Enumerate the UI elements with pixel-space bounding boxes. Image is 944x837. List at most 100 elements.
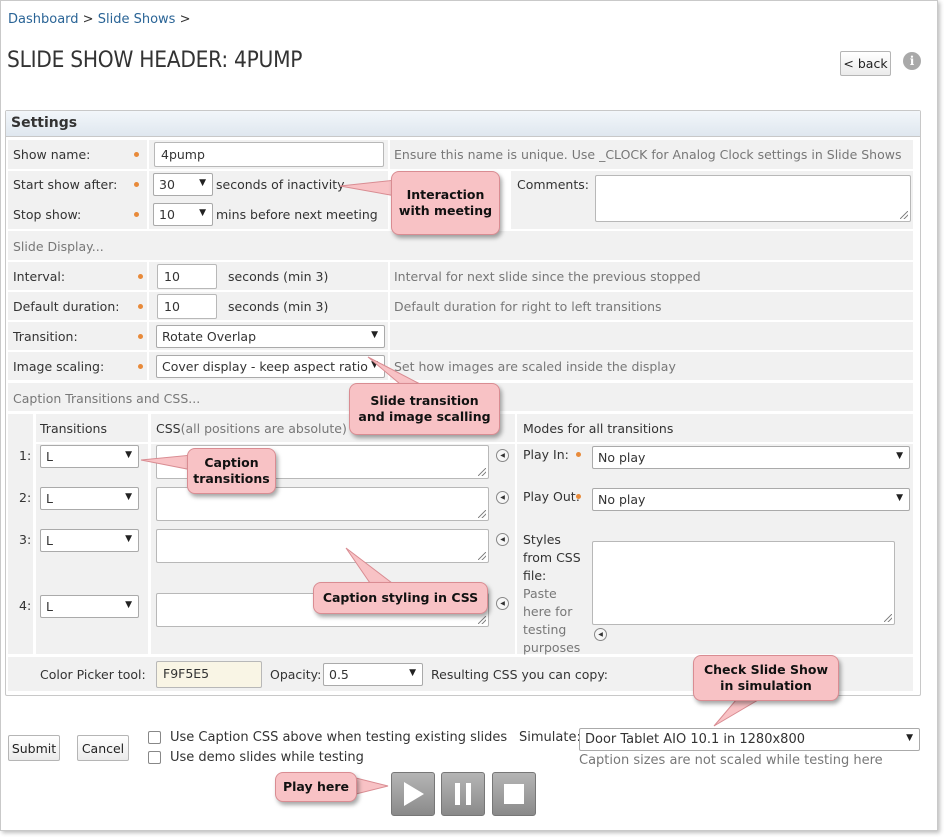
caption-transition-value: L [46, 533, 53, 548]
callout-slide-transition: Slide transition and image scalling [349, 383, 500, 435]
resize-grip-icon[interactable] [884, 614, 892, 622]
caption-transition-select[interactable]: L ▼ [40, 595, 139, 618]
color-picker-input[interactable]: F9F5E5 [156, 661, 262, 688]
play-out-label: Play Out: [523, 489, 580, 504]
expand-left-icon[interactable]: ◀ [496, 491, 509, 504]
opacity-select[interactable]: 0.5 ▼ [323, 663, 423, 686]
dropdown-arrow-icon: ▼ [896, 493, 903, 503]
required-dot [138, 304, 143, 309]
styles-css-textarea[interactable] [592, 541, 895, 625]
dropdown-arrow-icon: ▼ [906, 733, 913, 743]
styles-label-line: file: [523, 568, 547, 583]
play-button[interactable] [391, 772, 435, 816]
show-name-input[interactable]: 4pump [154, 142, 384, 167]
duration-label: Default duration: [13, 299, 120, 314]
callout-caption-transitions: Caption transitions [187, 448, 276, 494]
dropdown-arrow-icon: ▼ [125, 600, 132, 610]
dropdown-arrow-icon: ▼ [125, 450, 132, 460]
caption-row-number: 3: [19, 532, 32, 547]
stop-button[interactable] [492, 772, 536, 816]
stop-show-suffix: mins before next meeting [216, 207, 378, 222]
page-title: SLIDE SHOW HEADER: 4PUMP [7, 48, 303, 73]
start-show-suffix: seconds of inactivity [216, 177, 345, 192]
submit-button[interactable]: Submit [8, 735, 60, 761]
pause-button[interactable] [441, 772, 485, 816]
paste-label-line: purposes [523, 640, 581, 655]
caption-row-number: 1: [19, 448, 32, 463]
callout-line: transitions [193, 471, 270, 486]
dropdown-arrow-icon: ▼ [409, 668, 416, 678]
styles-label: Styles from CSS file: [523, 531, 581, 585]
caption-heading: Caption Transitions and CSS... [13, 391, 201, 406]
caption-transition-select[interactable]: L ▼ [40, 445, 139, 468]
simulate-label: Simulate: [519, 730, 581, 745]
callout-line: Play here [282, 779, 349, 794]
paste-label-line: Paste [523, 586, 557, 601]
cell-bg [390, 322, 913, 350]
resize-grip-icon[interactable] [478, 616, 486, 624]
comments-label: Comments: [517, 177, 589, 192]
dropdown-arrow-icon: ▼ [371, 360, 378, 370]
simulate-note: Caption sizes are not scaled while testi… [579, 753, 883, 768]
interval-input[interactable]: 10 [157, 264, 217, 289]
caption-transition-select[interactable]: L ▼ [40, 529, 139, 552]
play-in-value: No play [598, 450, 646, 465]
required-dot [138, 334, 143, 339]
caption-transition-value: L [46, 449, 53, 464]
expand-left-icon[interactable]: ◀ [594, 628, 607, 641]
css-column-note: (all positions are absolute) [180, 421, 347, 436]
callout-line: in simulation [720, 678, 812, 693]
start-show-value: 30 [159, 177, 175, 192]
css-column-header: CSS(all positions are absolute) [156, 421, 347, 436]
callout-line: Caption [204, 455, 259, 470]
play-out-select[interactable]: No play ▼ [592, 488, 910, 511]
breadcrumb-separator: > [179, 12, 191, 27]
cancel-button[interactable]: Cancel [77, 735, 129, 761]
stop-show-select[interactable]: 10 ▼ [153, 203, 213, 226]
back-button[interactable]: < back [840, 51, 891, 76]
use-demo-slides-checkbox[interactable] [148, 751, 161, 764]
play-out-value: No play [598, 492, 646, 507]
info-icon[interactable]: i [903, 52, 921, 70]
expand-left-icon[interactable]: ◀ [496, 449, 509, 462]
paste-label: Paste here for testing purposes [523, 585, 580, 657]
resize-grip-icon[interactable] [478, 552, 486, 560]
required-dot [576, 452, 581, 457]
css-column-title: CSS [156, 421, 181, 436]
interval-label: Interval: [13, 269, 66, 284]
settings-panel-title: Settings [6, 111, 920, 137]
callout-play-here: Play here [275, 772, 357, 802]
stop-icon [504, 784, 524, 804]
resize-grip-icon[interactable] [478, 510, 486, 518]
modes-column-header: Modes for all transitions [523, 421, 674, 436]
image-scaling-select[interactable]: Cover display - keep aspect ratio ▼ [156, 355, 385, 378]
resize-grip-icon[interactable] [900, 211, 908, 219]
caption-transition-value: L [46, 599, 53, 614]
play-in-label: Play In: [523, 447, 569, 462]
callout-interaction: Interaction with meeting [391, 171, 500, 235]
stop-show-value: 10 [159, 207, 175, 222]
transitions-column-header: Transitions [40, 421, 107, 436]
expand-left-icon[interactable]: ◀ [496, 533, 509, 546]
use-demo-slides-label: Use demo slides while testing [170, 750, 364, 765]
comments-textarea[interactable] [595, 175, 911, 222]
dropdown-arrow-icon: ▼ [125, 492, 132, 502]
play-in-select[interactable]: No play ▼ [592, 446, 910, 469]
duration-input[interactable]: 10 [157, 294, 217, 319]
paste-label-line: testing [523, 622, 567, 637]
simulate-select[interactable]: Door Tablet AIO 10.1 in 1280x800 ▼ [579, 728, 920, 751]
caption-transition-select[interactable]: L ▼ [40, 487, 139, 510]
caption-css-textarea[interactable] [156, 529, 489, 563]
simulate-value: Door Tablet AIO 10.1 in 1280x800 [585, 732, 805, 747]
breadcrumb-dashboard-link[interactable]: Dashboard [8, 12, 79, 27]
transition-select[interactable]: Rotate Overlap ▼ [156, 325, 385, 348]
use-caption-css-checkbox[interactable] [148, 731, 161, 744]
start-show-select[interactable]: 30 ▼ [153, 173, 213, 196]
expand-left-icon[interactable]: ◀ [496, 597, 509, 610]
opacity-label: Opacity: [270, 667, 322, 682]
callout-line: Check Slide Show [703, 662, 828, 677]
resize-grip-icon[interactable] [478, 468, 486, 476]
interval-suffix: seconds (min 3) [228, 269, 329, 284]
use-caption-css-label: Use Caption CSS above when testing exist… [170, 730, 508, 745]
breadcrumb-slide-shows-link[interactable]: Slide Shows [98, 12, 176, 27]
